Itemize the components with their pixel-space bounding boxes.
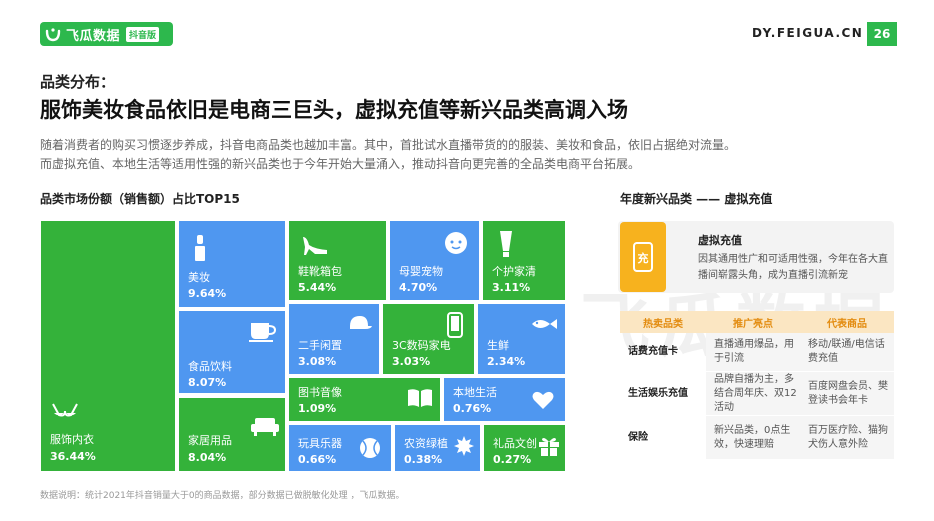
treemap-cell-electronics: 3C数码家电 3.03% [383,304,474,374]
treemap-cell-books: 图书音像 1.09% [289,378,440,421]
category-treemap: 服饰内衣 36.44% 美妆 9.64% 食品饮料 8.07% 家居用品 8.0… [41,221,565,471]
page-title: 服饰美妆食品依旧是电商三巨头，虚拟充值等新兴品类高调入场 [40,98,628,122]
phone-tile: 充 [620,222,666,292]
recharge-phone-icon: 充 [633,242,653,272]
intro-paragraph: 随着消费者的购买习惯逐步养成，抖音电商品类也越加丰富。其中，首批试水直播带货的的… [40,136,840,174]
cell-percent: 0.76% [453,402,492,415]
cell-percent: 0.27% [493,453,532,466]
table-cell: 新兴品类，0点生效，快速理赔 [706,416,800,459]
cell-name: 礼品文创 [493,437,537,450]
treemap-cell-home: 家居用品 8.04% [179,398,285,471]
treemap-cell-second-hand: 二手闲置 3.08% [289,304,379,374]
header-cell: 热卖品类 [643,318,683,330]
cell-name: 二手闲置 [298,339,342,352]
cell-percent: 0.66% [298,453,337,466]
heel-icon [303,237,327,255]
leaf-icon [454,436,474,456]
emerging-category-desc: 因其通用性广和可适用性强，今年在各大直播间崭露头角，成为直播引流新宠 [698,254,888,281]
cell-name: 个护家清 [492,265,536,278]
treemap-title: 品类市场份额（销售额）占比TOP15 [40,192,240,206]
cell-percent: 8.04% [188,451,227,464]
cell-percent: 5.44% [298,281,337,294]
cup-icon [249,323,277,342]
section-label: 品类分布： [40,73,116,91]
gift-icon [539,438,559,456]
cell-percent: 3.08% [298,355,337,368]
treemap-cell-toys: 玩具乐器 0.66% [289,425,391,471]
bra-icon [52,403,78,417]
cell-name: 美妆 [188,271,210,284]
treemap-cell-beauty: 美妆 9.64% [179,221,285,307]
tube-icon [500,231,512,257]
cell-name: 农资绿植 [404,437,448,450]
sofa-icon [251,418,279,436]
treemap-cell-personal-care: 个护家清 3.11% [483,221,565,300]
cell-name: 食品饮料 [188,360,232,373]
cell-percent: 36.44% [50,450,96,463]
emerging-category-name: 虚拟充值 [698,234,742,247]
treemap-cell-shoes: 鞋靴箱包 5.44% [289,221,386,300]
cell-percent: 3.11% [492,281,531,294]
table-header: 热卖品类 推广亮点 代表商品 [620,311,894,333]
cell-name: 图书音像 [298,386,342,399]
cell-name: 服饰内衣 [50,433,94,446]
table-cell: 保险 [628,431,648,443]
cell-name: 生鲜 [487,339,509,352]
cell-name: 本地生活 [453,386,497,399]
cell-percent: 2.34% [487,355,526,368]
site-url[interactable]: DY.FEIGUA.CN [752,26,863,40]
cell-name: 3C数码家电 [392,339,451,352]
heart-icon [532,391,554,409]
fish-icon [532,319,557,329]
treemap-cell-agri: 农资绿植 0.38% [395,425,480,471]
table-row: 话费充值卡 直播通用爆品，用于引流 移动/联通/电信话费充值 [620,333,894,371]
cap-icon [350,316,372,329]
side-title: 年度新兴品类 —— 虚拟充值 [620,192,773,206]
intro-line-2: 而虚拟充值、本地生活等适用性强的新兴品类也于今年开始大量涌入，推动抖音向更完善的… [40,157,641,171]
intro-line-1: 随着消费者的购买习惯逐步养成，抖音电商品类也越加丰富。其中，首批试水直播带货的的… [40,138,737,152]
header-cell: 代表商品 [827,318,867,330]
svg-text:充: 充 [638,251,649,265]
table-cell: 品牌自播为主，多结合周年庆、双12活动 [706,372,800,415]
cell-name: 家居用品 [188,434,232,447]
treemap-cell-baby: 母婴宠物 4.70% [390,221,479,300]
header-cell: 推广亮点 [733,318,773,330]
cell-percent: 9.64% [188,287,227,300]
melon-logo-icon [45,28,61,42]
treemap-cell-local-life: 本地生活 0.76% [444,378,565,421]
treemap-cell-food: 食品饮料 8.07% [179,311,285,393]
cell-percent: 1.09% [298,402,337,415]
cell-percent: 8.07% [188,376,227,389]
table-cell: 百万医疗险、猫狗犬伤人意外险 [800,416,894,459]
book-icon [408,389,432,407]
cell-name: 母婴宠物 [399,265,443,278]
table-cell: 生活娱乐充值 [628,387,688,399]
data-note: 数据说明：统计2021年抖音销量大于0的商品数据，部分数据已做脱敏化处理 ，飞瓜… [40,491,405,501]
logo-badge: 抖音版 [126,26,160,42]
table-row: 生活娱乐充值 品牌自播为主，多结合周年庆、双12活动 百度网盘会员、樊登读书会年… [620,371,894,415]
cell-percent: 0.38% [404,453,443,466]
logo-text: 飞瓜数据 [66,28,121,44]
page-number: 26 [867,22,897,46]
cell-name: 鞋靴箱包 [298,265,342,278]
baby-icon [445,232,467,254]
cell-percent: 3.03% [392,355,431,368]
brand-logo: 飞瓜数据 抖音版 [40,22,173,46]
table-cell: 百度网盘会员、樊登读书会年卡 [800,372,894,415]
treemap-cell-gifts: 礼品文创 0.27% [484,425,565,471]
cell-percent: 4.70% [399,281,438,294]
table-cell: 话费充值卡 [628,346,678,357]
treemap-cell-apparel: 服饰内衣 36.44% [41,221,175,471]
phone-icon [447,312,463,338]
lipstick-icon [195,235,205,261]
table-cell: 直播通用爆品，用于引流 [706,333,800,371]
cell-name: 玩具乐器 [298,437,342,450]
ball-icon [360,438,380,458]
emerging-category-table: 热卖品类 推广亮点 代表商品 话费充值卡 直播通用爆品，用于引流 移动/联通/电… [620,311,894,459]
treemap-cell-fresh: 生鲜 2.34% [478,304,565,374]
table-row: 保险 新兴品类，0点生效，快速理赔 百万医疗险、猫狗犬伤人意外险 [620,415,894,459]
table-cell: 移动/联通/电信话费充值 [800,333,894,371]
